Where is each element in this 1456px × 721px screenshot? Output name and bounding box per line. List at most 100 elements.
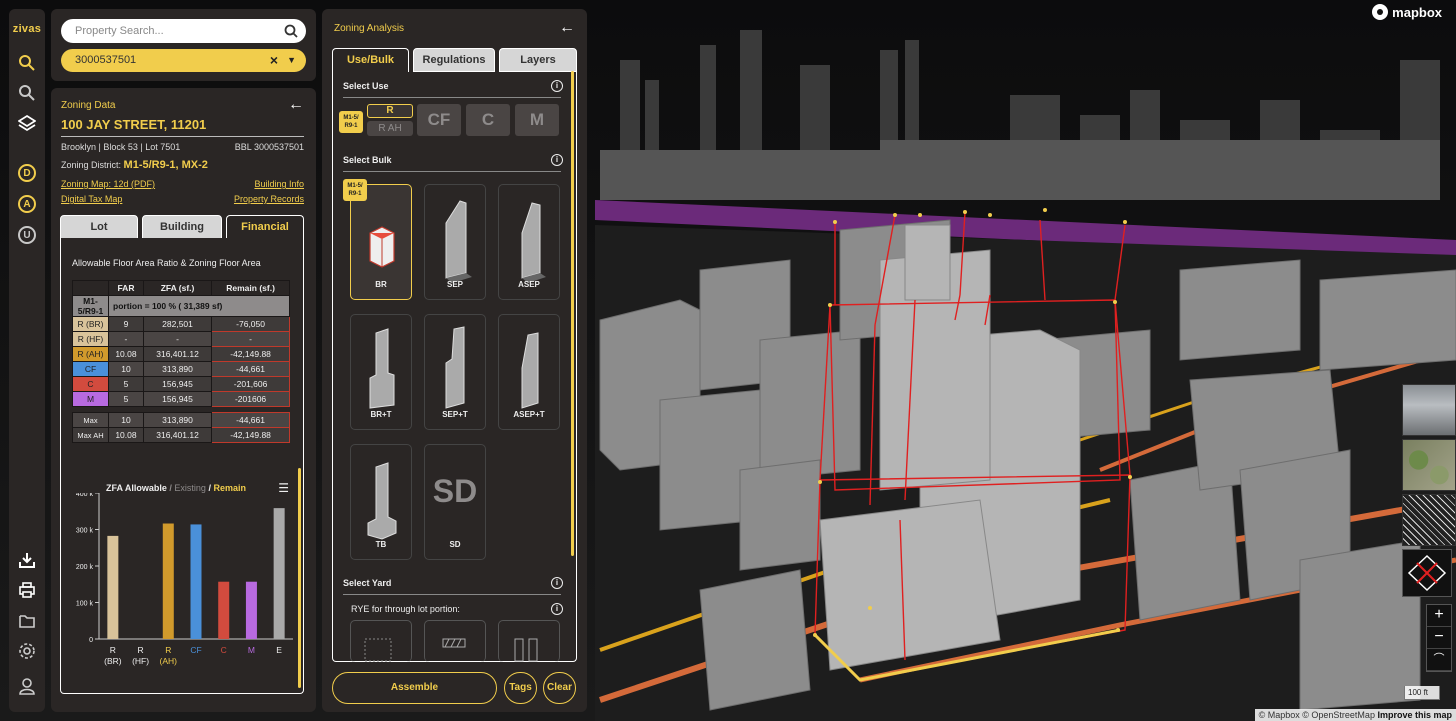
layers-tool-button[interactable] (17, 113, 37, 133)
search-icon (19, 85, 35, 101)
compass-icon (1407, 554, 1447, 592)
divider (343, 171, 561, 172)
brand-logo: zivas (12, 23, 42, 35)
zfa-value: 313,890 (142, 412, 213, 428)
remain-value: - (211, 331, 290, 347)
tags-button[interactable]: Tags (504, 672, 537, 704)
rail-button-d[interactable]: D (18, 164, 36, 182)
back-arrow-icon[interactable]: ← (288, 96, 304, 114)
assemble-button[interactable]: Assemble (332, 672, 497, 704)
bar[interactable] (190, 524, 202, 639)
y-tick-label: 400 k (76, 493, 94, 498)
street-map-thumbnail[interactable] (1402, 494, 1456, 546)
select-use-info-icon[interactable]: i (551, 80, 563, 92)
digital-tax-map-link[interactable]: Digital Tax Map (61, 194, 122, 204)
download-button[interactable] (17, 550, 37, 570)
bulk-option-br[interactable]: M1-5/R9-1 BR (343, 179, 412, 300)
clear-selection-icon[interactable]: × (270, 49, 278, 72)
clear-button[interactable]: Clear (543, 672, 576, 704)
bulk-option-br-t[interactable]: BR+T (350, 314, 412, 430)
zoning-map-link[interactable]: Zoning Map: 12d (PDF) (61, 179, 155, 189)
bulk-label: BR+T (370, 410, 392, 419)
property-search-card: 3000537501 × ▼ (51, 9, 316, 81)
bulk-option-sep-t[interactable]: SEP+T (424, 314, 486, 430)
use-m-button[interactable]: M (515, 104, 559, 136)
panel-scrollbar[interactable] (298, 468, 301, 688)
select-yard-info-icon[interactable]: i (551, 577, 563, 589)
yard-option-2[interactable] (424, 620, 486, 662)
bulk-option-asep-t[interactable]: ASEP+T (498, 314, 560, 430)
selected-property-dropdown[interactable]: 3000537501 × ▼ (61, 49, 306, 72)
rail-button-a[interactable]: A (18, 195, 36, 213)
basemap-switcher[interactable] (1402, 384, 1456, 549)
street-view-thumbnail[interactable] (1402, 384, 1456, 436)
panel-scrollbar[interactable] (571, 71, 574, 556)
select-bulk-info-icon[interactable]: i (551, 154, 563, 166)
folder-button[interactable] (17, 611, 37, 631)
pitch-button[interactable]: ⌒ (1427, 649, 1451, 671)
bulk-option-sd[interactable]: SD SD (424, 444, 486, 560)
tab-financial[interactable]: Financial (226, 215, 304, 239)
property-search-input[interactable] (61, 19, 306, 43)
far-row: CF 10 313,890 -44,661 (72, 361, 290, 377)
bar[interactable] (107, 535, 119, 639)
chevron-down-icon[interactable]: ▼ (287, 49, 296, 72)
yard-option-1[interactable] (350, 620, 412, 662)
yard-option-3[interactable] (498, 620, 560, 662)
financial-panel[interactable]: Allowable Floor Area Ratio & Zoning Floo… (60, 238, 304, 694)
bar[interactable] (245, 581, 257, 639)
bar[interactable] (162, 523, 174, 639)
mapbox-logo: mapbox (1372, 4, 1442, 20)
use-r-ah-button[interactable]: R AH (367, 121, 413, 136)
remain-value: -44,661 (211, 412, 290, 428)
print-button[interactable] (17, 580, 37, 600)
satellite-thumbnail[interactable] (1402, 439, 1456, 491)
bar[interactable] (218, 581, 230, 639)
far-row: M 5 156,945 -201606 (72, 391, 290, 407)
far-row-label: Max (72, 412, 109, 428)
remain-value: -42,149.88 (211, 346, 290, 362)
col-header-remain: Remain (sf.) (211, 280, 290, 296)
property-search-tool-button[interactable] (17, 53, 37, 73)
account-button[interactable] (17, 676, 37, 696)
far-row-label: R (BR) (72, 316, 109, 332)
select-bulk-heading: Select Bulk (343, 155, 392, 165)
search-tool-button[interactable] (17, 83, 37, 103)
yard-dashed-icon (364, 638, 392, 662)
property-records-link[interactable]: Property Records (234, 194, 304, 204)
tab-building[interactable]: Building (142, 215, 222, 239)
bulk-option-asep[interactable]: ASEP (498, 184, 560, 300)
use-r-button[interactable]: R (367, 104, 413, 118)
back-arrow-icon[interactable]: ← (559, 19, 575, 37)
compass-control[interactable] (1402, 549, 1452, 597)
zfa-value: 282,501 (142, 316, 213, 332)
property-bbl: BBL 3000537501 (234, 142, 304, 152)
use-c-button[interactable]: C (466, 104, 510, 136)
zoning-data-card: Zoning Data ← 100 JAY STREET, 11201 Broo… (51, 88, 316, 712)
zoning-data-tabs: Lot Building Financial (60, 215, 304, 239)
improve-map-link[interactable]: Improve this map (1377, 710, 1452, 720)
settings-button[interactable] (17, 641, 37, 661)
chart-title-sep-2: / (208, 483, 211, 493)
use-bulk-panel[interactable]: Select Use i M1-5/R9-1 R R AH CF C M Sel… (332, 71, 577, 662)
search-icon[interactable] (284, 24, 298, 38)
bulk-option-sep[interactable]: SEP (424, 184, 486, 300)
bar[interactable] (273, 508, 285, 639)
bulk-label: SEP (446, 280, 463, 289)
building-info-link[interactable]: Building Info (254, 179, 304, 189)
sep-t-building-icon (445, 326, 465, 409)
rye-info-icon[interactable]: i (551, 603, 563, 615)
tab-layers[interactable]: Layers (499, 48, 577, 72)
tab-regulations[interactable]: Regulations (413, 48, 495, 72)
tab-use-bulk[interactable]: Use/Bulk (332, 48, 409, 72)
use-cf-button[interactable]: CF (417, 104, 461, 136)
bulk-option-tb[interactable]: TB (350, 444, 412, 560)
tab-lot[interactable]: Lot (60, 215, 138, 239)
rail-button-u[interactable]: U (18, 226, 36, 244)
gear-icon (19, 643, 35, 659)
zoom-out-button[interactable]: − (1427, 627, 1451, 649)
zoom-in-button[interactable]: + (1427, 605, 1451, 627)
zoning-district: Zoning District: M1-5/R9-1, MX-2 (61, 159, 208, 171)
far-table-title: Allowable Floor Area Ratio & Zoning Floo… (72, 258, 261, 268)
col-header (72, 280, 109, 296)
